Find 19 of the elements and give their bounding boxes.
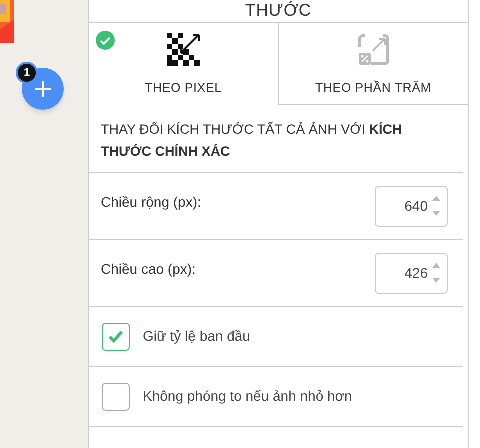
spinner-arrows-icon: [432, 261, 441, 285]
number-field[interactable]: 640: [375, 186, 448, 226]
field-label: Chiều cao (px):: [101, 260, 196, 279]
plus-icon: [34, 80, 52, 98]
pixel-resize-icon: [166, 33, 200, 67]
field-label: Chiều rộng (px):: [101, 192, 202, 212]
option-label: Không phóng to nếu ảnh nhỏ hơn: [143, 387, 352, 406]
option-label: Giữ tỷ lệ ban đầu: [143, 327, 250, 346]
panel-title: THƯỚC: [244, 1, 313, 21]
count-badge: 1: [16, 62, 38, 84]
checkbox[interactable]: [102, 382, 130, 410]
resize-mode-tab[interactable]: THEO PHẦN TRĂM: [278, 23, 468, 105]
percent-resize-icon: [356, 33, 390, 67]
check-circle-icon: [96, 31, 115, 50]
checkmark-icon: [108, 330, 124, 343]
description-text: THAY ĐỔI KÍCH THƯỚC TẤT CẢ ẢNH VỚI KÍCH THƯỚC CHÍNH XÁC: [101, 120, 404, 161]
checkbox[interactable]: [102, 322, 130, 350]
spinner-arrows-icon: [432, 194, 441, 218]
number-field[interactable]: 426: [375, 252, 448, 294]
